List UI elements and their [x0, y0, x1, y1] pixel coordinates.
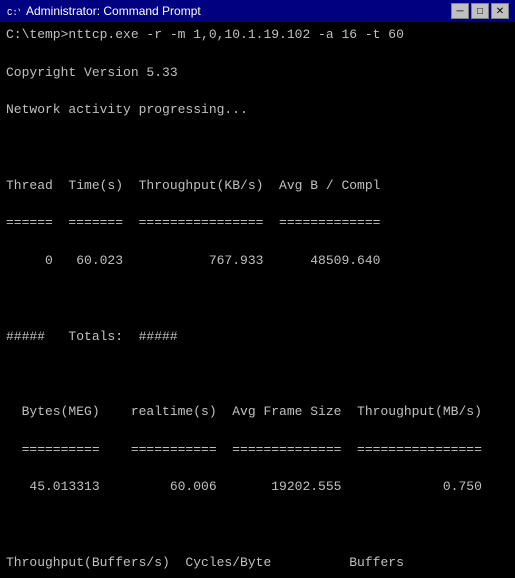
close-button[interactable]: ✕	[491, 3, 509, 19]
console-line: 0 60.023 767.933 48509.640	[6, 252, 509, 271]
console-line: Network activity progressing...	[6, 101, 509, 120]
title-controls: ─ □ ✕	[451, 3, 509, 19]
console-line: C:\temp>nttcp.exe -r -m 1,0,10.1.19.102 …	[6, 26, 509, 45]
title-bar: C:\ Administrator: Command Prompt ─ □ ✕	[0, 0, 515, 22]
console-line: Bytes(MEG) realtime(s) Avg Frame Size Th…	[6, 403, 509, 422]
cmd-icon: C:\	[6, 4, 20, 18]
window-title: Administrator: Command Prompt	[26, 4, 201, 18]
console-line: Thread Time(s) Throughput(KB/s) Avg B / …	[6, 177, 509, 196]
console-line: Throughput(Buffers/s) Cycles/Byte Buffer…	[6, 554, 509, 573]
maximize-button[interactable]: □	[471, 3, 489, 19]
console-line: ====== ======= ================ ========…	[6, 214, 509, 233]
console-line: Copyright Version 5.33	[6, 64, 509, 83]
console-line: ========== =========== ============== ==…	[6, 441, 509, 460]
title-left: C:\ Administrator: Command Prompt	[6, 4, 201, 18]
console-line: ##### Totals: #####	[6, 328, 509, 347]
console-output[interactable]: C:\temp>nttcp.exe -r -m 1,0,10.1.19.102 …	[0, 22, 515, 578]
svg-text:C:\: C:\	[7, 8, 20, 18]
minimize-button[interactable]: ─	[451, 3, 469, 19]
window: C:\ Administrator: Command Prompt ─ □ ✕ …	[0, 0, 515, 578]
console-line: 45.013313 60.006 19202.555 0.750	[6, 478, 509, 497]
